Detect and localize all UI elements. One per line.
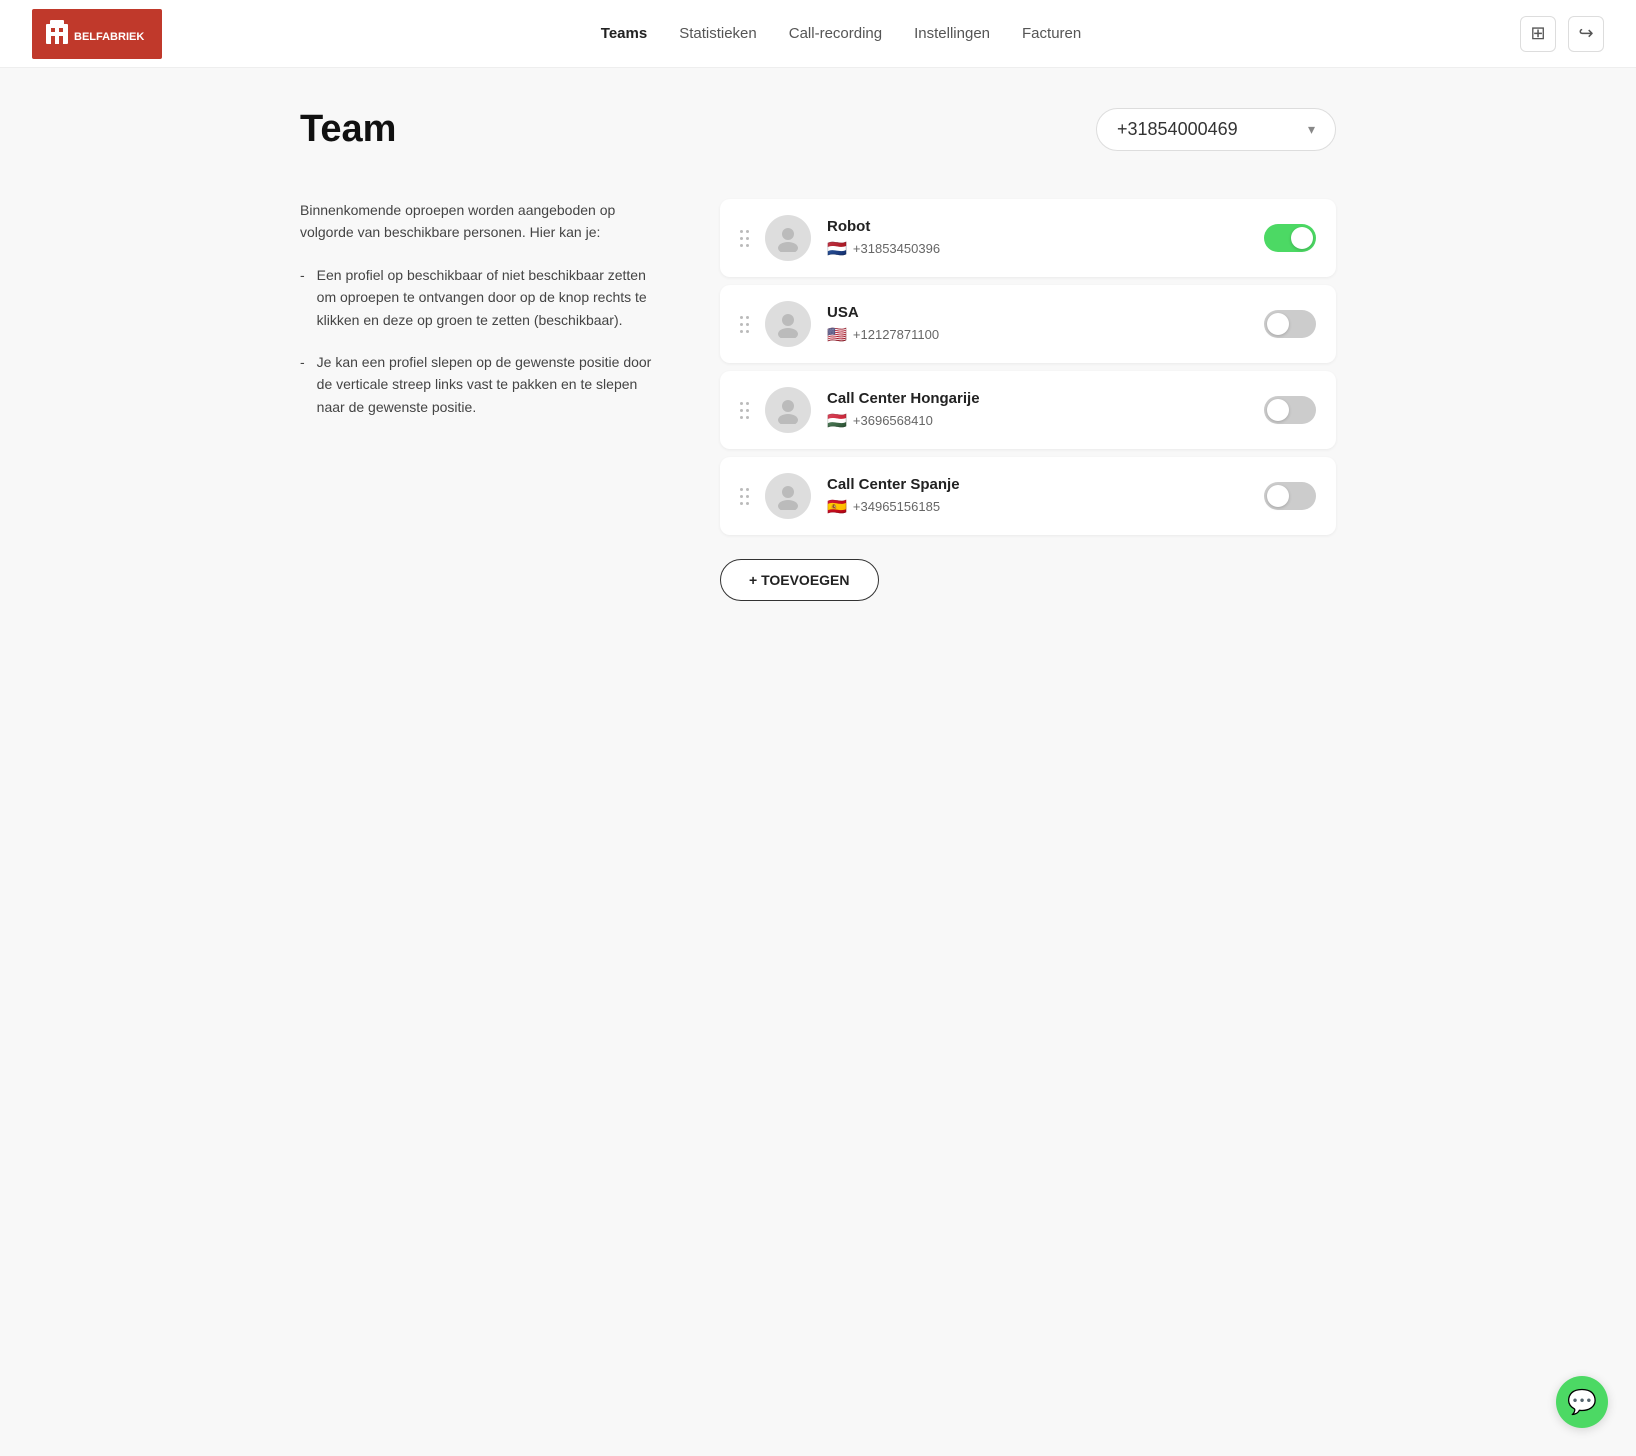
- toggle-knob: [1267, 485, 1289, 507]
- avatar: [765, 215, 811, 261]
- flag-icon: 🇪🇸: [827, 497, 847, 517]
- logo-svg: BELFABRIEK: [42, 16, 152, 52]
- phone-text: +12127871100: [853, 327, 939, 342]
- toggle-knob: [1267, 399, 1289, 421]
- team-info: Call Center Spanje 🇪🇸 +34965156185: [827, 476, 1248, 517]
- team-row: Robot 🇳🇱 +31853450396: [720, 199, 1336, 277]
- instructions-intro: Binnenkomende oproepen worden aangeboden…: [300, 199, 660, 244]
- main-nav: Teams Statistieken Call-recording Instel…: [601, 25, 1081, 42]
- header: BELFABRIEK Teams Statistieken Call-recor…: [0, 0, 1636, 68]
- availability-toggle[interactable]: [1264, 310, 1316, 338]
- logo: BELFABRIEK: [32, 9, 162, 59]
- phone-text: +34965156185: [853, 499, 940, 514]
- phone-text: +3696568410: [853, 413, 933, 428]
- exit-icon-button[interactable]: ↪: [1568, 16, 1604, 52]
- bullet-dash-2: -: [300, 351, 305, 418]
- team-info: USA 🇺🇸 +12127871100: [827, 304, 1248, 345]
- team-member-name: Call Center Spanje: [827, 476, 1248, 493]
- team-list: Robot 🇳🇱 +31853450396: [720, 199, 1336, 601]
- bullet-dash-1: -: [300, 264, 305, 331]
- flag-icon: 🇭🇺: [827, 411, 847, 431]
- drag-handle[interactable]: [740, 402, 749, 419]
- availability-toggle[interactable]: [1264, 482, 1316, 510]
- team-member-name: Call Center Hongarije: [827, 390, 1248, 407]
- logo-wrap: BELFABRIEK: [32, 9, 162, 59]
- instruction-text-1: Een profiel op beschikbaar of niet besch…: [317, 264, 660, 331]
- phone-text: +31853450396: [853, 241, 940, 256]
- drag-handle[interactable]: [740, 316, 749, 333]
- nav-teams[interactable]: Teams: [601, 25, 647, 42]
- availability-toggle[interactable]: [1264, 224, 1316, 252]
- toggle-knob: [1291, 227, 1313, 249]
- instruction-item-2: - Je kan een profiel slepen op de gewens…: [300, 351, 660, 418]
- team-row: USA 🇺🇸 +12127871100: [720, 285, 1336, 363]
- instructions-panel: Binnenkomende oproepen worden aangeboden…: [300, 199, 660, 438]
- page-title: Team: [300, 108, 396, 151]
- team-row: Call Center Spanje 🇪🇸 +34965156185: [720, 457, 1336, 535]
- team-row: Call Center Hongarije 🇭🇺 +3696568410: [720, 371, 1336, 449]
- building-icon-button[interactable]: ⊞: [1520, 16, 1556, 52]
- building-icon: ⊞: [1530, 23, 1545, 44]
- chevron-down-icon: ▾: [1308, 121, 1315, 138]
- phone-selector[interactable]: +31854000469 ▾: [1096, 108, 1336, 151]
- chat-icon: 💬: [1567, 1388, 1597, 1417]
- drag-handle[interactable]: [740, 230, 749, 247]
- team-member-phone: 🇪🇸 +34965156185: [827, 497, 1248, 517]
- instruction-text-2: Je kan een profiel slepen op de gewenste…: [317, 351, 660, 418]
- avatar: [765, 387, 811, 433]
- team-member-name: Robot: [827, 218, 1248, 235]
- avatar: [765, 301, 811, 347]
- page-content: Team +31854000469 ▾ Binnenkomende oproep…: [268, 68, 1368, 641]
- main-layout: Binnenkomende oproepen worden aangeboden…: [300, 199, 1336, 601]
- instruction-item-1: - Een profiel op beschikbaar of niet bes…: [300, 264, 660, 331]
- add-member-button[interactable]: + TOEVOEGEN: [720, 559, 879, 601]
- nav-facturen[interactable]: Facturen: [1022, 25, 1081, 42]
- team-member-phone: 🇭🇺 +3696568410: [827, 411, 1248, 431]
- exit-icon: ↪: [1578, 23, 1593, 44]
- header-icons: ⊞ ↪: [1520, 16, 1604, 52]
- toggle-knob: [1267, 313, 1289, 335]
- page-header: Team +31854000469 ▾: [300, 108, 1336, 151]
- avatar: [765, 473, 811, 519]
- chat-bubble-button[interactable]: 💬: [1556, 1376, 1608, 1428]
- availability-toggle[interactable]: [1264, 396, 1316, 424]
- nav-callrecording[interactable]: Call-recording: [789, 25, 882, 42]
- team-member-phone: 🇳🇱 +31853450396: [827, 239, 1248, 259]
- flag-icon: 🇺🇸: [827, 325, 847, 345]
- team-info: Call Center Hongarije 🇭🇺 +3696568410: [827, 390, 1248, 431]
- nav-statistieken[interactable]: Statistieken: [679, 25, 757, 42]
- instructions-list: - Een profiel op beschikbaar of niet bes…: [300, 264, 660, 418]
- flag-icon: 🇳🇱: [827, 239, 847, 259]
- team-member-name: USA: [827, 304, 1248, 321]
- team-member-phone: 🇺🇸 +12127871100: [827, 325, 1248, 345]
- drag-handle[interactable]: [740, 488, 749, 505]
- phone-number: +31854000469: [1117, 119, 1238, 140]
- svg-text:BELFABRIEK: BELFABRIEK: [74, 31, 144, 43]
- nav-instellingen[interactable]: Instellingen: [914, 25, 990, 42]
- team-info: Robot 🇳🇱 +31853450396: [827, 218, 1248, 259]
